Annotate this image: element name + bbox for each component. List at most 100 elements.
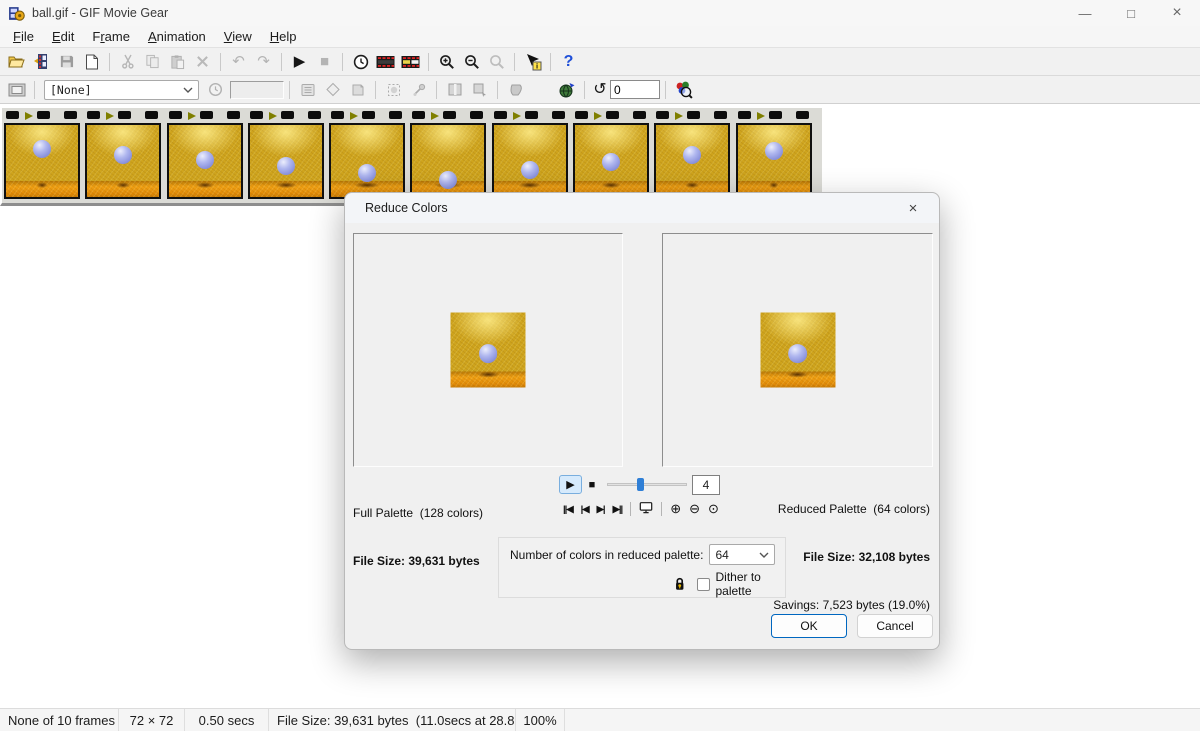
frame-order-arrow	[350, 112, 358, 120]
frame-properties-button[interactable]	[4, 78, 29, 102]
delete-button[interactable]	[190, 50, 215, 74]
filmstrip-frame-7[interactable]	[492, 123, 568, 199]
prev-frame-icon: |◀	[581, 504, 589, 515]
filmstrip-frame-9[interactable]	[654, 123, 730, 199]
sprocket-hole	[552, 111, 565, 119]
palette-apply-button[interactable]	[345, 78, 370, 102]
filmstrip-frame-6[interactable]	[410, 123, 486, 199]
frame-view-button[interactable]	[398, 50, 423, 74]
close-button[interactable]: ×	[1154, 0, 1200, 26]
open-button[interactable]	[4, 50, 29, 74]
delay-clock-icon	[208, 82, 223, 97]
dither-label: Dither to palette	[715, 570, 785, 598]
preview-stop-button[interactable]: ■	[582, 475, 602, 494]
prev-frame-button[interactable]: |◀	[577, 504, 593, 515]
toolbar-separator	[584, 81, 585, 99]
toolbar-separator	[497, 81, 498, 99]
sprocket-hole	[575, 111, 588, 119]
frame-slider[interactable]	[605, 475, 689, 494]
ok-button[interactable]: OK	[771, 614, 847, 638]
status-segment-2: 72 × 72	[119, 709, 185, 731]
paste-button[interactable]	[165, 50, 190, 74]
copy-button[interactable]	[140, 50, 165, 74]
filmstrip-frame-3[interactable]	[167, 123, 243, 199]
delay-button[interactable]	[203, 78, 228, 102]
colors-count-dropdown[interactable]: 64	[709, 544, 775, 565]
zoom-actual-button[interactable]	[484, 50, 509, 74]
crop-button[interactable]	[442, 78, 467, 102]
filmstrip-frame-8[interactable]	[573, 123, 649, 199]
play-button[interactable]: ▶	[287, 50, 312, 74]
delay-value-box	[230, 81, 284, 99]
filmstrip-frame-4[interactable]	[248, 123, 324, 199]
cancel-button[interactable]: Cancel	[857, 614, 933, 638]
frame-timing-button[interactable]	[348, 50, 373, 74]
menu-animation[interactable]: Animation	[139, 27, 215, 46]
save-button[interactable]	[54, 50, 79, 74]
play-icon: ▶	[294, 54, 306, 69]
last-frame-button[interactable]: ▶||	[609, 504, 627, 515]
ball	[479, 344, 498, 363]
ball	[521, 161, 539, 179]
merge-button[interactable]	[503, 78, 528, 102]
maximize-button[interactable]: □	[1108, 0, 1154, 26]
undo-button[interactable]: ↶	[226, 50, 251, 74]
reduce-colors-button[interactable]	[671, 78, 696, 102]
filmstrip-frame-10[interactable]	[736, 123, 812, 199]
stop-button[interactable]: ■	[312, 50, 337, 74]
savings-label: Savings: 7,523 bytes (19.0%)	[773, 597, 930, 613]
loop-count-input[interactable]	[610, 80, 660, 99]
menu-edit[interactable]: Edit	[43, 27, 83, 46]
reduced-palette-label: Reduced Palette (64 colors)	[773, 501, 930, 517]
frame-properties-icon	[8, 82, 26, 98]
preview-play-button[interactable]: ▶	[559, 475, 582, 494]
lock-icon[interactable]	[674, 575, 685, 593]
dialog-close-button[interactable]: ×	[901, 200, 925, 217]
sprocket-hole	[714, 111, 727, 119]
new-button[interactable]	[79, 50, 104, 74]
first-frame-button[interactable]: ||◀	[559, 504, 577, 515]
web-preview-button[interactable]	[554, 78, 579, 102]
palette-options-group: Number of colors in reduced palette: 64 …	[498, 537, 786, 598]
preview-zoom-reset-button[interactable]: ⊙	[704, 501, 723, 517]
preview-zoom-out-button[interactable]: ⊖	[685, 501, 704, 517]
zoom-in-button[interactable]	[434, 50, 459, 74]
filmstrip-frame-5[interactable]	[329, 123, 405, 199]
loop-button[interactable]: ↺	[590, 78, 610, 102]
cut-button[interactable]	[115, 50, 140, 74]
effect-dropdown[interactable]: [None]	[44, 80, 199, 100]
palette-open-button[interactable]	[295, 78, 320, 102]
toolbar-separator	[34, 81, 35, 99]
menu-view[interactable]: View	[215, 27, 261, 46]
palette-save-button[interactable]	[320, 78, 345, 102]
context-help-button[interactable]: i	[520, 50, 545, 74]
dither-checkbox[interactable]	[697, 578, 710, 591]
next-frame-button[interactable]: ▶|	[593, 504, 609, 515]
help-button[interactable]: ?	[556, 50, 581, 74]
menu-help[interactable]: Help	[261, 27, 306, 46]
shift-button[interactable]	[467, 78, 492, 102]
filmstrip-frame-1[interactable]	[4, 123, 80, 199]
dialog-titlebar[interactable]: Reduce Colors ×	[345, 193, 939, 223]
preview-zoom-in-button[interactable]: ⊕	[666, 501, 685, 517]
sprocket-cell	[329, 111, 410, 120]
redo-button[interactable]: ↷	[251, 50, 276, 74]
menu-file[interactable]: File	[4, 27, 43, 46]
sprocket-cell	[736, 111, 817, 120]
transparency-select-button[interactable]	[381, 78, 406, 102]
fullscreen-preview-button[interactable]	[635, 501, 657, 517]
ball-animation-frame-image	[738, 125, 810, 197]
insert-frames-button[interactable]	[29, 50, 54, 74]
filmstrip-view-button[interactable]	[373, 50, 398, 74]
full-palette-label: Full Palette (128 colors)	[353, 505, 483, 521]
zoom-out-button[interactable]	[459, 50, 484, 74]
filmstrip-frame-2[interactable]	[85, 123, 161, 199]
minimize-button[interactable]: —	[1062, 0, 1108, 26]
zoom-in-icon	[439, 54, 455, 70]
transparency-dropper-button[interactable]	[406, 78, 431, 102]
status-segment-1: None of 10 frames	[0, 709, 119, 731]
dialog-close-icon: ×	[909, 200, 918, 217]
frame-order-arrow	[431, 112, 439, 120]
menu-frame[interactable]: Frame	[83, 27, 139, 46]
preview-slider-thumb[interactable]	[637, 478, 644, 491]
